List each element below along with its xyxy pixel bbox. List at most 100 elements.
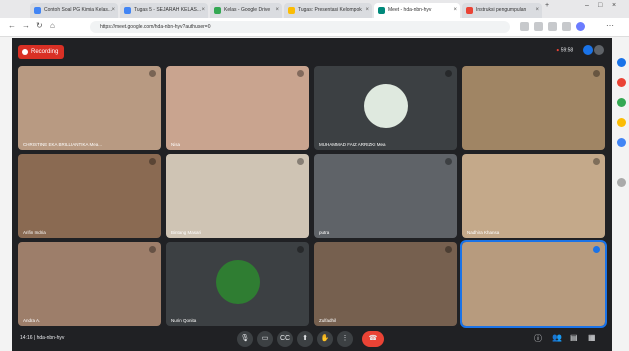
participant-name: Nurin Qonita [171, 318, 197, 323]
sidebar-tools-icon[interactable] [617, 98, 626, 107]
mic-status-icon [445, 70, 452, 77]
tab-4[interactable]: Tugas: Presentasi Kelompok × [284, 3, 372, 18]
forward-icon[interactable]: → [22, 21, 30, 30]
browser-sidebar [614, 38, 629, 351]
mic-status-icon [445, 246, 452, 253]
leave-call-button[interactable]: ☎ [362, 331, 384, 347]
extension-icon[interactable] [520, 22, 529, 31]
url-field[interactable]: https://meet.google.com/hda-nbn-hyv?auth… [90, 21, 510, 33]
participant-name: MUHAMMAD FAIZ ARRIZKI Mea [319, 142, 386, 147]
participant-tile[interactable] [462, 66, 605, 150]
mic-status-icon [149, 70, 156, 77]
participant-name: Zulfadhil [319, 318, 337, 323]
sidebar-games-icon[interactable] [617, 118, 626, 127]
people-icon[interactable]: 👥 [552, 333, 562, 342]
participant-tile[interactable]: Bintang Masari [166, 154, 309, 238]
favorites-icon[interactable] [548, 22, 557, 31]
captions-button[interactable]: CC [277, 331, 293, 347]
speaking-indicator-icon [593, 246, 600, 253]
home-icon[interactable]: ⌂ [50, 21, 55, 30]
participant-tile[interactable]: Nurin Qonita [166, 242, 309, 326]
raise-hand-button[interactable]: ✋ [317, 331, 333, 347]
meeting-timer: 59:58 [560, 47, 574, 54]
tab-5-active[interactable]: Meet - hda-nbn-hyv × [374, 3, 460, 18]
present-button[interactable]: ⬆ [297, 331, 313, 347]
participant-tile[interactable]: MUHAMMAD FAIZ ARRIZKI Mea [314, 66, 457, 150]
close-tab-icon[interactable]: × [365, 3, 369, 18]
mic-status-icon [445, 158, 452, 165]
mic-status-icon [149, 246, 156, 253]
menu-dots-icon[interactable]: ⋯ [606, 21, 614, 30]
close-tab-icon[interactable]: × [535, 3, 539, 18]
mic-status-icon [297, 70, 304, 77]
close-tab-icon[interactable]: × [275, 3, 279, 18]
new-tab-button[interactable]: + [545, 2, 549, 9]
participant-name: Nadhira Khansa [467, 230, 500, 235]
recording-badge: Recording [18, 45, 65, 59]
close-window-icon[interactable]: × [612, 2, 616, 9]
profile-avatar[interactable] [576, 22, 585, 31]
recording-dot-icon: ● [556, 47, 560, 54]
tab-bar: Contoh Soal PG Kimia Kelas... × Tugas 5 -… [0, 0, 629, 18]
tab-3[interactable]: Kelas - Google Drive × [210, 3, 282, 18]
mic-status-icon [593, 158, 600, 165]
participant-tile[interactable]: putra [314, 154, 457, 238]
tab-favicon-icon [288, 7, 295, 14]
tab-1[interactable]: Contoh Soal PG Kimia Kelas... × [30, 3, 118, 18]
participant-name: Nisa [171, 142, 181, 147]
sidebar-add-icon[interactable] [617, 178, 626, 187]
more-options-button[interactable]: ⋮ [337, 331, 353, 347]
tab-favicon-icon [34, 7, 41, 14]
mic-status-icon [149, 158, 156, 165]
extension-icon[interactable] [534, 22, 543, 31]
reload-icon[interactable]: ↻ [36, 21, 43, 30]
browser-window: Contoh Soal PG Kimia Kelas... × Tugas 5 -… [0, 0, 629, 351]
tab-favicon-icon [124, 7, 131, 14]
mic-status-icon [593, 70, 600, 77]
meeting-code: hda-nbn-hyv [36, 335, 65, 341]
close-tab-icon[interactable]: × [453, 3, 457, 18]
top-right-status: ● 59:58 [556, 45, 604, 55]
microphone-button[interactable]: 🎙 [237, 331, 253, 347]
more-options-icon[interactable] [594, 45, 604, 55]
meet-stage: Recording ● 59:58 CHRISTINE EKA BRILLIAN… [12, 38, 612, 351]
participant-name: Andra A. [23, 318, 41, 323]
close-tab-icon[interactable]: × [201, 3, 205, 18]
tab-favicon-icon [378, 7, 385, 14]
tab-favicon-icon [466, 7, 473, 14]
participant-name: Bintang Masari [171, 230, 202, 235]
participant-tile[interactable]: Zulfadhil [314, 242, 457, 326]
tab-2[interactable]: Tugas 5 - SEJARAH KELAS... × [120, 3, 208, 18]
address-bar-row: ← → ↻ ⌂ https://meet.google.com/hda-nbn-… [0, 18, 629, 37]
participant-tile[interactable]: Nisa [166, 66, 309, 150]
participant-name: CHRISTINE EKA BRILLIANTIKA Mea... [23, 142, 103, 147]
mic-status-icon [297, 246, 304, 253]
avatar [363, 84, 408, 128]
chat-icon[interactable]: ▤ [570, 333, 578, 342]
info-icon[interactable]: ⓘ [534, 333, 542, 344]
self-view-icon[interactable] [582, 45, 593, 55]
participant-tile[interactable]: Andra A. [18, 242, 161, 326]
sidebar-office-icon[interactable] [617, 138, 626, 147]
tab-6[interactable]: Instruksi pengumpulan × [462, 3, 542, 18]
back-icon[interactable]: ← [8, 21, 16, 30]
minimize-icon[interactable]: – [585, 2, 589, 9]
participant-tile[interactable]: Nadhira Khansa [462, 154, 605, 238]
meeting-clock: 14:16 | hda-nbn-hyv [20, 335, 65, 341]
participant-name: Arifin Indria [23, 230, 46, 235]
avatar [215, 260, 260, 304]
meet-control-bar: 14:16 | hda-nbn-hyv 🎙 ▭ CC ⬆ ✋ ⋮ ☎ ⓘ 👥 ▤… [12, 327, 612, 351]
activities-icon[interactable]: ▦ [588, 333, 596, 342]
tab-favicon-icon [214, 7, 221, 14]
participant-name: putra [319, 230, 330, 235]
participant-tile-speaking[interactable] [460, 240, 607, 328]
participant-tile[interactable]: CHRISTINE EKA BRILLIANTIKA Mea... [18, 66, 161, 150]
sidebar-search-icon[interactable] [617, 58, 626, 67]
close-tab-icon[interactable]: × [111, 3, 115, 18]
participant-tile[interactable]: Arifin Indria [18, 154, 161, 238]
mic-status-icon [297, 158, 304, 165]
sidebar-shopping-icon[interactable] [617, 78, 626, 87]
camera-button[interactable]: ▭ [257, 331, 273, 347]
collections-icon[interactable] [562, 22, 571, 31]
maximize-icon[interactable]: □ [598, 2, 602, 9]
